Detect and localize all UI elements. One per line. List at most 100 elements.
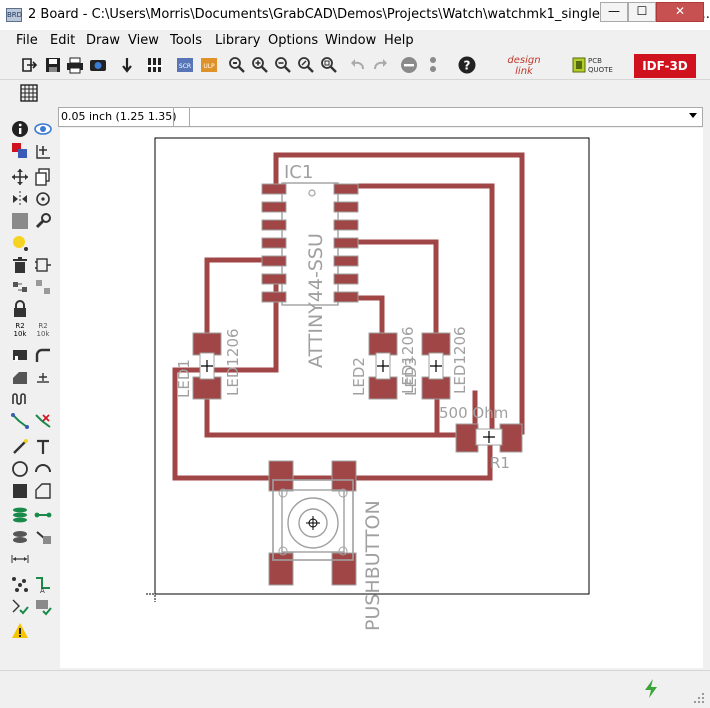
delete-icon[interactable]: [11, 256, 29, 274]
svg-text:?: ?: [464, 59, 471, 73]
open-icon[interactable]: [20, 56, 38, 74]
rect-icon[interactable]: [11, 482, 29, 500]
dimension-icon[interactable]: [11, 550, 29, 568]
designlink-button[interactable]: design link: [500, 54, 548, 78]
menu-edit[interactable]: Edit: [50, 33, 75, 48]
scr-icon[interactable]: SCR: [176, 56, 194, 74]
text-icon[interactable]: [34, 438, 52, 456]
change-icon[interactable]: [34, 212, 52, 230]
split-icon[interactable]: [11, 368, 29, 386]
menu-options[interactable]: Options: [268, 33, 318, 48]
optimize-icon[interactable]: [34, 368, 52, 386]
led3-footprint: [421, 332, 451, 400]
miter-icon[interactable]: [34, 346, 52, 364]
zoom-select-icon[interactable]: [297, 56, 315, 74]
drc-icon[interactable]: [34, 598, 52, 616]
idf3d-button[interactable]: IDF-3D: [634, 54, 696, 78]
scr-label: SCR: [179, 63, 191, 70]
tool-panel: R2 10k R2 10k A: [0, 110, 57, 670]
zoom-fit-icon[interactable]: [228, 56, 246, 74]
grid-icon[interactable]: [20, 84, 38, 102]
help-icon[interactable]: ?: [458, 56, 476, 74]
zoom-area-icon[interactable]: [320, 56, 338, 74]
menu-draw[interactable]: Draw: [86, 33, 120, 48]
info-icon[interactable]: [11, 120, 29, 138]
led3-value-label: LED1206: [451, 326, 469, 394]
close-button[interactable]: ✕: [656, 2, 704, 22]
menu-help[interactable]: Help: [384, 33, 414, 48]
zoom-out-icon[interactable]: [274, 56, 292, 74]
attribute-icon[interactable]: [34, 528, 52, 546]
board-canvas[interactable]: IC1 ATTINY44-SSU LED1 LED1206 LED2 LED12…: [60, 128, 703, 668]
lock-icon[interactable]: [11, 300, 29, 318]
menu-bar: File Edit Draw View Tools Library Option…: [0, 30, 710, 51]
redo-icon[interactable]: [372, 56, 390, 74]
resize-grip-icon[interactable]: [686, 685, 706, 705]
pinswap-icon[interactable]: [11, 278, 29, 296]
pad: [261, 273, 287, 285]
add-icon[interactable]: [34, 256, 52, 274]
pad: [333, 219, 359, 231]
name-icon[interactable]: R2 10k: [11, 322, 29, 340]
save-icon[interactable]: [44, 56, 62, 74]
arc-icon[interactable]: [34, 460, 52, 478]
stop-icon[interactable]: [400, 56, 418, 74]
menu-view[interactable]: View: [128, 33, 159, 48]
print-icon[interactable]: [66, 56, 84, 74]
hole-icon[interactable]: [11, 528, 29, 546]
trace[interactable]: [347, 239, 439, 343]
paste-icon[interactable]: [11, 234, 29, 252]
layers-icon[interactable]: [146, 56, 164, 74]
group-icon[interactable]: [11, 212, 29, 230]
command-bar: 0.05 inch (1.25 1.35): [58, 107, 703, 127]
script-icon[interactable]: [118, 56, 136, 74]
led2-label: LED2: [350, 357, 368, 396]
circle-icon[interactable]: [11, 460, 29, 478]
menu-file[interactable]: File: [16, 33, 38, 48]
zoom-in-icon[interactable]: [251, 56, 269, 74]
pcbquote-button[interactable]: PCB QUOTE: [570, 54, 614, 78]
lightning-icon[interactable]: [640, 677, 662, 699]
show-icon[interactable]: [34, 120, 52, 138]
command-history-dropdown[interactable]: [689, 113, 697, 118]
ic1-label: IC1: [284, 162, 313, 183]
mirror-icon[interactable]: [11, 190, 29, 208]
pad: [333, 255, 359, 267]
designlink-line2: link: [515, 66, 533, 77]
via-icon[interactable]: [11, 506, 29, 524]
move-icon[interactable]: [11, 168, 29, 186]
smash-icon[interactable]: [11, 346, 29, 364]
ratsnest-icon[interactable]: [11, 576, 29, 594]
rotate-icon[interactable]: [34, 190, 52, 208]
board-drawing[interactable]: IC1 ATTINY44-SSU LED1 LED1206 LED2 LED12…: [60, 128, 703, 668]
divider: [173, 108, 174, 126]
pushbutton-label: PUSHBUTTON: [362, 500, 384, 631]
ulp-icon[interactable]: ULP: [200, 56, 218, 74]
pad: [261, 291, 287, 303]
undo-icon[interactable]: [348, 56, 366, 74]
erc-icon[interactable]: [11, 598, 29, 616]
value-icon[interactable]: R2 10k: [34, 322, 52, 340]
go-icon[interactable]: [424, 56, 442, 74]
route-icon[interactable]: [11, 412, 29, 430]
maximize-button[interactable]: ☐: [628, 2, 656, 22]
signal-icon[interactable]: [34, 506, 52, 524]
minimize-button[interactable]: —: [600, 2, 628, 22]
pad: [261, 201, 287, 213]
menu-library[interactable]: Library: [215, 33, 260, 48]
autorouter-icon[interactable]: A: [34, 576, 52, 594]
polygon-icon[interactable]: [34, 482, 52, 500]
menu-window[interactable]: Window: [325, 33, 376, 48]
mark-icon[interactable]: [34, 142, 52, 160]
meander-icon[interactable]: [11, 390, 29, 408]
command-input[interactable]: [195, 109, 685, 125]
errors-icon[interactable]: [11, 622, 29, 640]
gateswap-icon[interactable]: [34, 278, 52, 296]
wire-icon[interactable]: [11, 438, 29, 456]
menu-tools[interactable]: Tools: [170, 33, 202, 48]
value-sub: 10k: [36, 330, 50, 338]
cam-icon[interactable]: [89, 56, 107, 74]
ripup-icon[interactable]: [34, 412, 52, 430]
copy-icon[interactable]: [34, 168, 52, 186]
display-icon[interactable]: [11, 142, 29, 160]
